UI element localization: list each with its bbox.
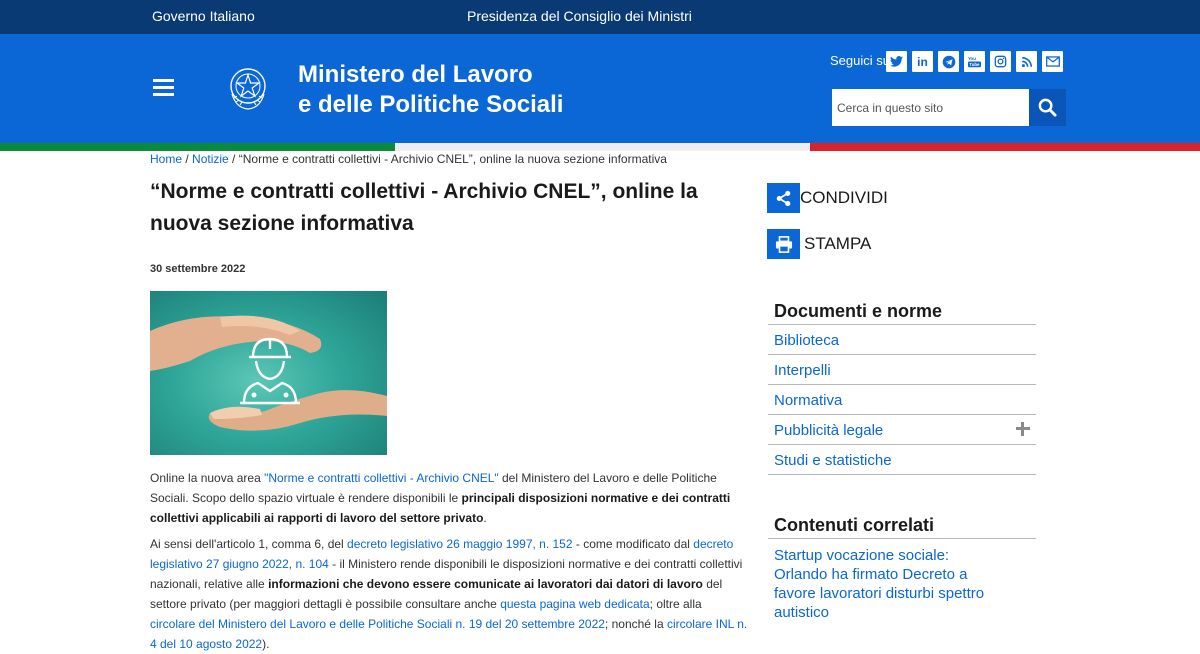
print-button[interactable]: STAMPA	[767, 229, 967, 259]
telegram-icon[interactable]	[938, 51, 959, 72]
linkedin-icon[interactable]: in	[912, 51, 933, 72]
twitter-icon[interactable]	[886, 51, 907, 72]
text: ).	[262, 637, 270, 651]
search-icon	[1038, 98, 1057, 117]
breadcrumb-home[interactable]: Home	[150, 152, 182, 166]
share-label: CONDIVIDI	[800, 188, 888, 207]
search-button[interactable]	[1029, 89, 1066, 126]
site-title[interactable]: Ministero del Lavoro e delle Politiche S…	[298, 60, 563, 120]
sidebar-item-pubblicita-legale[interactable]: Pubblicità legale	[774, 422, 883, 439]
breadcrumb-separator: /	[182, 152, 193, 166]
bold-text: informazioni che devono essere comunicat…	[268, 577, 703, 591]
sidebar-item-normativa[interactable]: Normativa	[774, 392, 842, 409]
text: - come modificato dal	[572, 537, 694, 551]
sidebar-item-biblioteca[interactable]: Biblioteca	[774, 332, 839, 349]
text: ; nonché la	[604, 617, 667, 631]
dedicated-page-link[interactable]: questa pagina web dedicata	[500, 597, 649, 611]
svg-text:Tube: Tube	[969, 62, 980, 67]
search-input[interactable]	[832, 89, 1029, 126]
governo-italiano-link[interactable]: Governo Italiano	[152, 8, 255, 24]
site-header: Ministero del Lavoro e delle Politiche S…	[0, 34, 1200, 143]
divider	[768, 384, 1036, 385]
top-bar: Governo Italiano Presidenza del Consigli…	[0, 0, 1200, 34]
text: Ai sensi dell'articolo 1, comma 6, del	[150, 537, 348, 551]
expand-plus-icon[interactable]	[1016, 422, 1030, 436]
paragraph: Ai sensi dell'articolo 1, comma 6, del d…	[150, 534, 750, 654]
related-heading: Contenuti correlati	[774, 515, 935, 535]
youtube-icon[interactable]: You Tube	[964, 51, 985, 72]
ministry-circular-link[interactable]: circolare del Ministero del Lavoro e del…	[150, 617, 605, 631]
site-title-line-1: Ministero del Lavoro	[298, 61, 533, 88]
sidebar-item-interpelli[interactable]: Interpelli	[774, 362, 831, 379]
menu-icon[interactable]	[153, 79, 174, 96]
mail-icon[interactable]	[1042, 51, 1063, 72]
worker-icon	[240, 337, 300, 405]
presidenza-link[interactable]: Presidenza del Consiglio dei Ministri	[467, 8, 692, 24]
follow-label: Seguici su:	[830, 53, 894, 68]
sidebar-item-studi-statistiche[interactable]: Studi e statistiche	[774, 452, 892, 469]
decree-1997-link[interactable]: decreto legislativo 26 maggio 1997, n. 1…	[347, 537, 573, 551]
instagram-icon[interactable]	[990, 51, 1011, 72]
breadcrumb: Home / Notizie / “Norme e contratti coll…	[150, 152, 667, 166]
divider	[768, 474, 1036, 475]
article-image	[150, 291, 387, 455]
text: .	[483, 511, 487, 525]
article-date: 30 settembre 2022	[150, 263, 246, 275]
divider	[768, 444, 1036, 445]
share-button[interactable]: CONDIVIDI	[767, 183, 967, 213]
article-body: Online la nuova area "Norme e contratti …	[150, 468, 750, 654]
svg-text:You: You	[968, 56, 976, 61]
cnel-archive-link[interactable]: "Norme e contratti collettivi - Archivio…	[264, 471, 499, 485]
breadcrumb-current: “Norme e contratti collettivi - Archivio…	[238, 152, 667, 166]
divider	[768, 324, 1036, 325]
paragraph: Online la nuova area "Norme e contratti …	[150, 468, 750, 528]
divider	[768, 538, 1036, 539]
related-article-link[interactable]: Startup vocazione sociale: Orlando ha fi…	[774, 546, 1004, 622]
republic-emblem-icon[interactable]	[226, 64, 270, 112]
divider	[768, 414, 1036, 415]
print-label: STAMPA	[804, 234, 872, 253]
rss-icon[interactable]	[1016, 51, 1037, 72]
docs-heading: Documenti e norme	[774, 301, 943, 321]
text: ; oltre alla	[649, 597, 702, 611]
print-icon	[767, 229, 800, 259]
page-title: “Norme e contratti collettivi - Archivio…	[150, 180, 698, 235]
site-title-line-2: e delle Politiche Sociali	[298, 91, 564, 118]
breadcrumb-separator: /	[228, 152, 239, 166]
share-icon	[767, 183, 800, 213]
text: Online la nuova area	[150, 471, 265, 485]
divider	[768, 354, 1036, 355]
breadcrumb-news[interactable]: Notizie	[192, 152, 229, 166]
italian-flag-stripe	[0, 143, 1200, 151]
